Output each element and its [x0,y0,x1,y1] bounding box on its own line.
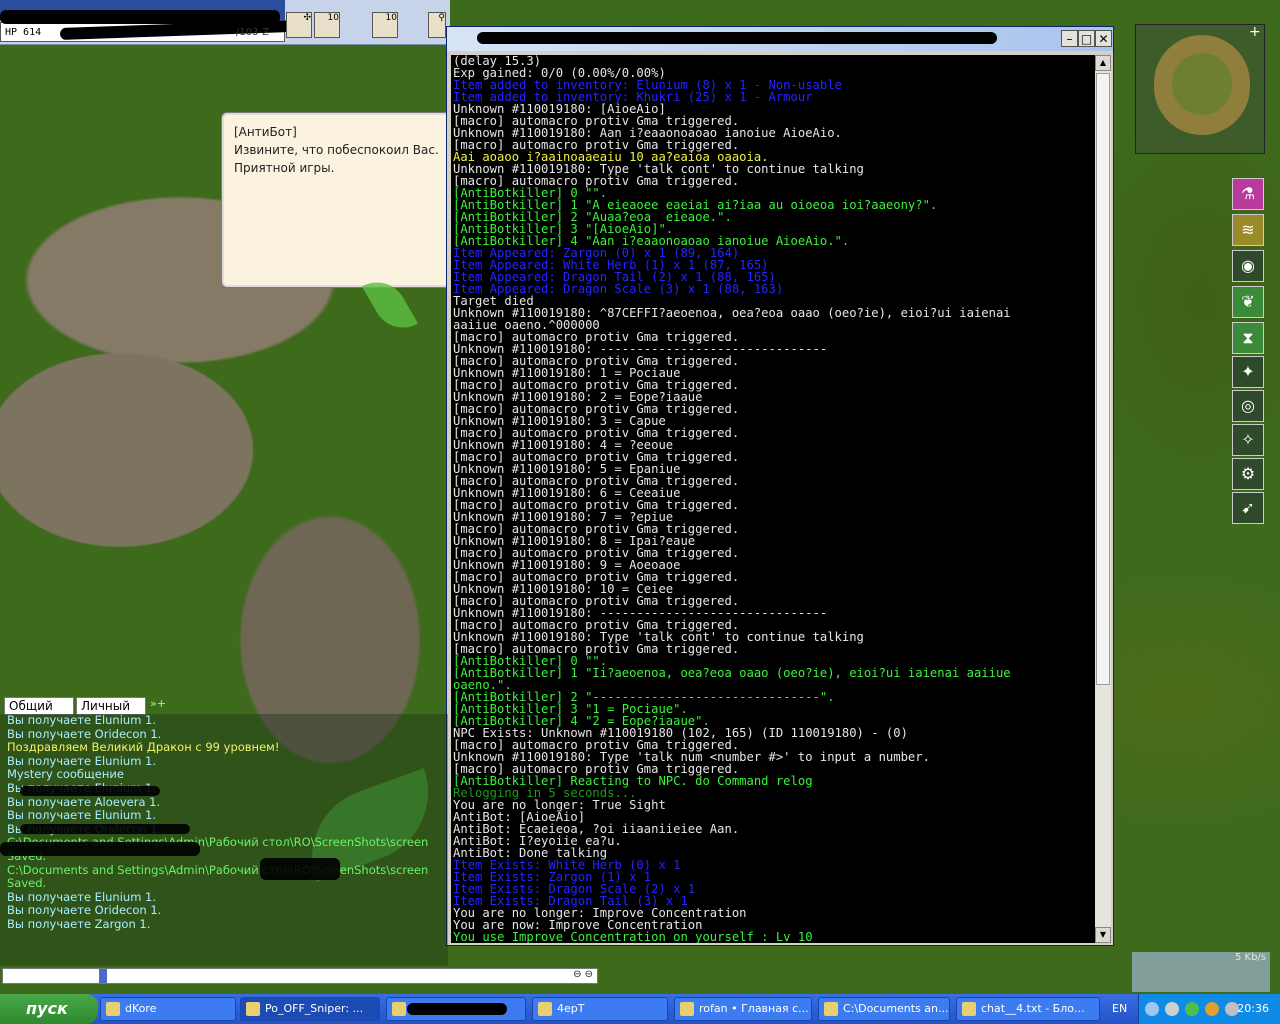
npc-dialog: [АнтиБот] Извините, что побеспокоил Вас.… [221,112,453,288]
chat-scroll-icon[interactable]: ⊖ ⊖ [573,969,593,980]
system-tray: 20:36 [1138,994,1280,1024]
taskbar-item[interactable]: Po_OFF_Sniper: ... [240,997,380,1021]
taskbar-app-icon [538,1002,552,1016]
net-speed: 5 Kb/s [1234,952,1266,963]
taskbar-item-label: Po_OFF_Sniper: ... [265,1002,364,1015]
taskbar-item[interactable]: dKore [100,997,236,1021]
taskbar: пуск dKore Po_OFF_Sniper: ... 4epT rofan • … [0,994,1280,1024]
tray-app-icon[interactable] [1205,1002,1219,1016]
maximize-button[interactable]: □ [1078,30,1095,47]
network-status: 5 Kb/s [1132,952,1270,992]
chat-line: Вы получаете Zargon 1. [7,917,151,931]
taskbar-app-icon [824,1002,838,1016]
taskbar-item[interactable]: rofan • Главная с... [674,997,812,1021]
console-output[interactable]: (delay 15.3) Exp gained: 0/0 (0.00%/0.00%… [451,55,1095,943]
chat-input-divider [99,969,107,983]
taskbar-item[interactable]: chat__4.txt - Бло... [956,997,1100,1021]
redaction-mark [20,824,190,834]
skill-leaf-icon[interactable]: ❦ [1232,286,1264,318]
npc-dialog-line: Извините, что побеспокоил Вас. [234,143,439,157]
close-button[interactable]: ✕ [1095,30,1112,47]
skill-slot-3-icon[interactable]: 10 [372,12,398,38]
console-line: Item Appeared: Dragon Scale (3) x 1 (88,… [453,282,784,296]
skill-eye-icon[interactable]: ◉ [1232,250,1264,282]
scroll-thumb[interactable] [1096,73,1110,685]
start-label: пуск [26,999,68,1018]
chat-line: Вы получаете Elunium 1. [7,754,157,768]
skill-count: 10 [327,13,339,23]
skill-figure-icon[interactable]: ✦ [1232,356,1264,388]
chat-line: Вы получаете Elunium 1. [7,890,157,904]
taskbar-item-label: C:\Documents an... [843,1002,949,1015]
chat-line: Saved. [7,877,47,891]
chat-line: C:\Documents and Settings\Admin\Рабочий … [7,863,429,877]
chat-line: Вы получаете Oridecon 1. [7,727,162,741]
tab-general[interactable]: Общий [4,697,74,715]
skill-slot-2-icon[interactable]: 10 [314,12,340,38]
console-scrollbar[interactable]: ▲ ▼ [1095,55,1111,943]
scroll-down-icon[interactable]: ▼ [1095,927,1111,943]
taskbar-app-icon [246,1002,260,1016]
taskbar-item-label: chat__4.txt - Бло... [981,1002,1085,1015]
chat-line: Вы получаете Oridecon 1. [7,904,162,918]
console-line: [AntiBotkiller] 1 "Ii?aeoenoa, oea?eoa o… [453,666,1011,680]
console-line: You use Improve Concentration on yoursel… [453,930,813,943]
taskbar-app-icon [962,1002,976,1016]
redaction-mark [477,32,997,44]
tab-private[interactable]: Личный [76,697,146,715]
chat-line: Mystery сообщение [7,768,124,782]
skill-count: 10 [385,13,397,23]
npc-dialog-name: [АнтиБот] [234,125,297,139]
clock: 20:36 [1237,1002,1269,1015]
tray-network-icon[interactable] [1165,1002,1179,1016]
taskbar-item-label: 4epT [557,1002,585,1015]
language-indicator[interactable]: EN [1112,994,1132,1024]
redaction-mark [0,842,200,856]
skill-potion-icon[interactable]: ⚗ [1232,178,1264,210]
minimap[interactable] [1135,24,1265,154]
coords-text: /103-Z [236,27,269,38]
taskbar-app-icon [106,1002,120,1016]
skill-slot-4-icon[interactable]: ⚲ [428,12,446,38]
scroll-up-icon[interactable]: ▲ [1095,55,1111,71]
hp-text: HP 614 [5,27,42,38]
taskbar-item[interactable]: 4epT [532,997,668,1021]
chat-line: Вы получаете Elunium 1. [7,809,157,823]
redaction-mark [260,858,340,880]
minimize-button[interactable]: – [1061,30,1078,47]
skill-rune-icon[interactable]: ✧ [1232,424,1264,456]
skill-circle-icon[interactable]: ◎ [1232,390,1264,422]
tray-clover-icon[interactable] [1185,1002,1199,1016]
skill-hourglass-icon[interactable]: ⧗ [1232,322,1264,354]
chat-line: Поздравляем Великий Дракон с 99 уровнем! [7,741,280,755]
redaction-mark [20,786,160,796]
chat-line: Вы получаете Aloevera 1. [7,795,161,809]
skill-slot-1-icon[interactable]: ✣ [286,12,312,38]
minimap-terrain [1172,53,1232,115]
taskbar-app-icon [680,1002,694,1016]
chat-lines: Вы получаете Elunium 1. Вы получаете Orid… [0,714,448,932]
chat-log[interactable]: Вы получаете Elunium 1. Вы получаете Orid… [0,714,448,966]
taskbar-app-icon [392,1002,406,1016]
game-status-bar: HP 614 /103-Z ✣ 10 10 ⚲ [0,0,450,45]
redaction-mark [407,1003,507,1015]
zoom-in-icon[interactable]: + [1249,25,1261,39]
start-button[interactable]: пуск [0,994,98,1024]
console-titlebar[interactable]: – □ ✕ [447,27,1113,51]
skill-arrow-icon[interactable]: ➹ [1232,492,1264,524]
chat-input[interactable]: ⊖ ⊖ [2,968,598,984]
npc-dialog-line: Приятной игры. [234,161,335,175]
taskbar-item[interactable]: C:\Documents an... [818,997,950,1021]
tray-arrow-icon[interactable] [1145,1002,1159,1016]
taskbar-item-label: rofan • Главная с... [699,1002,809,1015]
chat-line: Вы получаете Elunium 1. [7,714,157,727]
skill-gear-icon[interactable]: ⚙ [1232,458,1264,490]
taskbar-item-label: dKore [125,1002,157,1015]
chat-expand-icon[interactable]: »+ [150,697,166,710]
taskbar-item[interactable] [386,997,526,1021]
console-lines: (delay 15.3) Exp gained: 0/0 (0.00%/0.00%… [451,55,1095,943]
chat-tabs: Общий Личный »+ [4,697,174,715]
console-window: – □ ✕ (delay 15.3) Exp gained: 0/0 (0.00%… [446,26,1114,946]
skill-wings-icon[interactable]: ≋ [1232,214,1264,246]
